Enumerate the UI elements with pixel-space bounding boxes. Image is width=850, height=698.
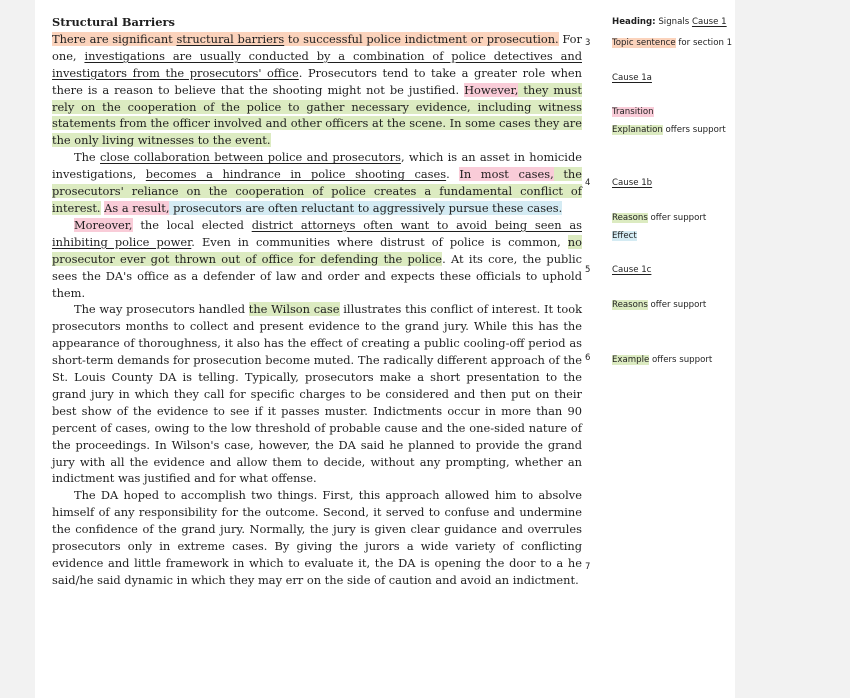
paragraph-7: The DA hoped to accomplish two things. F… [52, 488, 582, 587]
example-phrase: the Wilson case [248, 302, 340, 317]
annotation-heading: Heading: Signals Cause 1 [612, 17, 727, 27]
effect-text: prosecutors are often reluctant to aggre… [169, 200, 563, 215]
annotation-topic-sentence: Topic sentence for section 1 [612, 38, 733, 48]
transition-word: However, [464, 82, 519, 97]
paragraph-number: 7 [585, 562, 591, 572]
transition-as-a-result: As a result, [104, 200, 170, 215]
paragraph-4: The close collaboration between police a… [52, 150, 582, 215]
paragraph-number: 3 [585, 38, 591, 48]
transition-moreover: Moreover, [74, 217, 133, 232]
cause-1b-phrase: close collaboration between police and p… [100, 150, 401, 165]
transition-in-most-cases: In most cases, [459, 167, 554, 182]
paragraph-3: There are significant structural barrier… [52, 31, 582, 148]
paragraph-5: Moreover, the local elected district att… [52, 217, 582, 300]
structural-barriers-phrase: structural barriers [176, 31, 285, 46]
topic-sentence: There are significant structural barrier… [52, 31, 559, 46]
annotation-reasons-1: Reasons offer support [612, 213, 707, 223]
annotation-cause-1a: Cause 1a [612, 73, 652, 83]
annotation-explanation: Explanation offers support [612, 125, 726, 135]
annotation-transition: Transition [612, 107, 654, 117]
annotation-reasons-2: Reasons offer support [612, 300, 707, 310]
annotation-cause-1b: Cause 1b [612, 178, 653, 188]
paragraph-6: The way prosecutors handled the Wilson c… [52, 302, 582, 486]
hindrance-phrase: becomes a hindrance in police shooting c… [145, 167, 447, 182]
section-heading: Structural Barriers [52, 15, 175, 29]
paragraph-number: 6 [585, 353, 591, 363]
annotation-effect: Effect [612, 231, 637, 241]
annotation-example: Example offers support [612, 355, 713, 365]
paragraph-number: 4 [585, 178, 591, 188]
document-page: Structural Barriers There are significan… [35, 0, 735, 698]
annotation-cause-1c: Cause 1c [612, 265, 652, 275]
paragraph-number: 5 [585, 265, 591, 275]
essay-body: Structural Barriers There are significan… [52, 14, 582, 589]
